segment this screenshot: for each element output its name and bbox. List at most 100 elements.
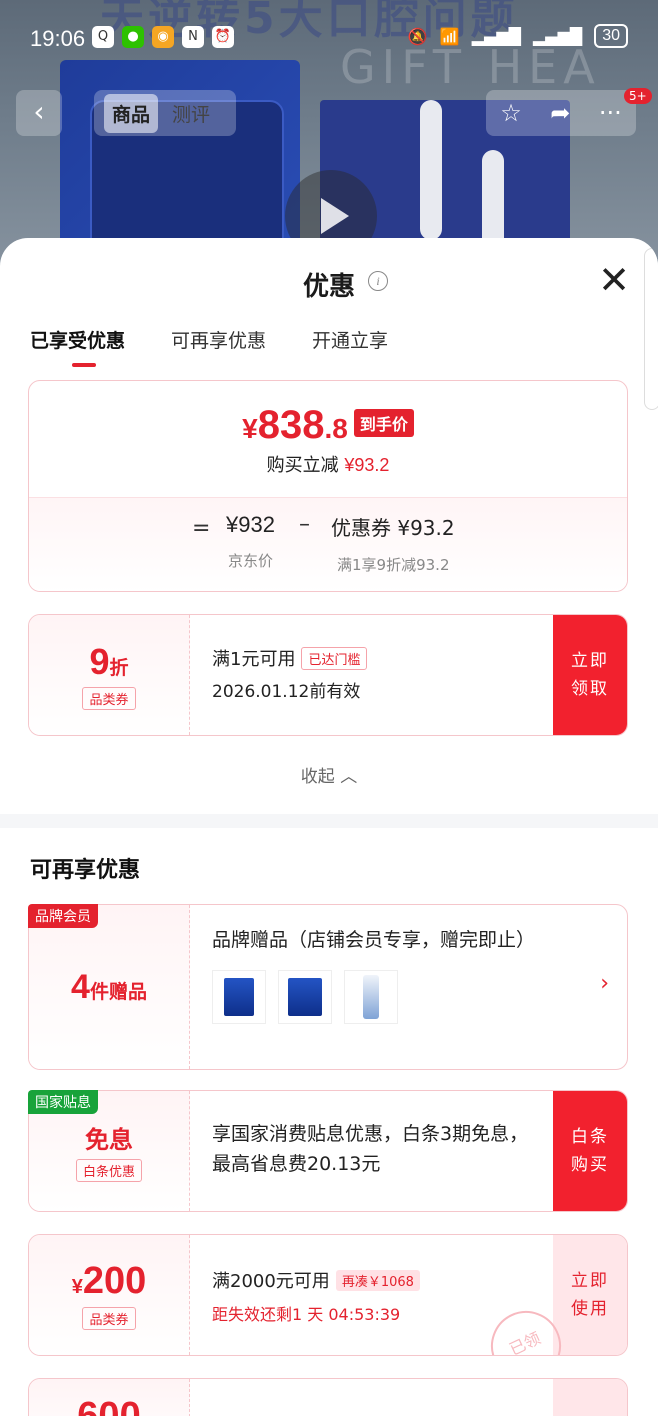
coupon-discount-label: 满1享9折减93.2 [337,556,450,574]
baitiao-buy-label: 白条购买 [571,1127,609,1175]
coupon-value: 9 [89,640,110,682]
coupon-value-area: 9折 品类券 [29,615,190,735]
tab-enjoyed[interactable]: 已享受优惠 [30,326,125,367]
more-discounts-title: 可再享优惠 [30,858,141,883]
weibo-icon: ◉ [152,26,174,48]
coupon-next-value: 600 [77,1395,141,1416]
mute-icon: 🔕 [407,26,428,46]
equals-sign: = [192,516,211,541]
share-icon[interactable]: ➦ [550,99,570,127]
gift-bag-image [212,970,266,1024]
interest-free-description: 享国家消费贴息优惠，白条3期免息，最高省息费20.13元 [212,1123,529,1175]
signal-icon: ▂▄▆█ [532,26,583,46]
coupon-200-condition: 满2000元可用 [212,1271,330,1292]
interest-free-value: 免息 [85,1126,133,1154]
discount-tabs: 已享受优惠 可再享优惠 开通立享 [30,326,388,367]
coupon-condition: 满1元可用 [212,649,296,670]
currency: ¥ [242,413,258,444]
status-bar: 19:06 Q ● ◉ N ⏰ 🔕 📶 ▂▄▆█ ▂▄▆█ 30 [0,0,658,80]
tab-review[interactable]: 测评 [172,100,210,127]
coupon-expiry: 2026.01.12前有效 [212,682,361,702]
threshold-tag: 已达门槛 [301,646,368,670]
use-coupon-label: 立即使用 [571,1271,609,1319]
minus-sign: – [299,512,310,537]
interest-free-card: 免息 白条优惠 享国家消费贴息优惠，白条3期免息，最高省息费20.13元 白条购… [28,1090,628,1212]
coupon-type-tag: 品类券 [82,686,136,710]
coupon-200-type-tag: 品类券 [82,1307,136,1330]
coupon-200-details: 满2000元可用 再凑￥1068 距失效还剩1 天 04:53:39 已领 [190,1235,573,1355]
section-divider [0,814,658,828]
price-decimal: .8 [324,413,348,444]
coupon-next-value-area: 600 [29,1379,190,1416]
coupon-200-value-area: ¥200 品类券 [29,1235,190,1355]
status-right: 🔕 📶 ▂▄▆█ ▂▄▆█ 30 [408,24,628,48]
product-tabs: 商品 测评 [94,90,236,136]
gift-count-area: 4件赠品 [29,905,190,1069]
collapse-label: 收起 [300,767,335,787]
price-breakdown: = ¥932 京东价 – 优惠券 ¥93.2 满1享9折减93.2 [29,497,627,591]
nfc-icon: N [182,26,204,48]
status-app-icons: Q ● ◉ N ⏰ [92,26,234,48]
discount-sheet: 优惠 i ✕ 已享受优惠 可再享优惠 开通立享 ¥838.8 到手价 购买立减 ¥… [0,238,658,1416]
close-icon[interactable]: ✕ [598,260,630,300]
more-icon[interactable]: ··· [599,99,622,127]
coupon-200-card: ¥200 品类券 满2000元可用 再凑￥1068 距失效还剩1 天 04:53… [28,1234,628,1356]
alarm-icon: ⏰ [212,26,234,48]
info-icon[interactable]: i [368,271,388,291]
coupon-unit: 折 [109,657,129,679]
jd-price-label: 京东价 [228,552,274,570]
gift-bag-image [278,970,332,1024]
coupon-200-value: 200 [82,1260,147,1302]
wechat-icon: ● [122,26,144,48]
gift-unit: 件赠品 [89,980,147,1003]
nav-actions: ☆ ➦ ··· [486,90,636,136]
coupon-next-card: 600 [28,1378,628,1416]
brand-member-tag: 品牌会员 [28,904,98,928]
wifi-icon: 📶 [439,26,460,46]
claim-button-label: 立即领取 [571,651,609,699]
final-price-tag: 到手价 [353,409,414,437]
star-icon[interactable]: ☆ [500,99,522,127]
reduce-label: 购买立减 [266,455,339,476]
gift-count: 4 [71,967,90,1006]
tab-product[interactable]: 商品 [104,93,159,133]
claim-coupon-button[interactable]: 立即领取 [553,615,627,735]
qq-icon: Q [92,26,114,48]
collapse-button[interactable]: 收起 ︿ [0,762,658,787]
signal-icon: ▂▄▆█ [471,26,521,46]
price-integer: 838 [257,403,325,447]
coupon-details: 满1元可用 已达门槛 2026.01.12前有效 [190,615,553,735]
interest-free-details: 享国家消费贴息优惠，白条3期免息，最高省息费20.13元 [190,1091,553,1211]
sheet-title: 优惠 [302,272,355,302]
gift-images [212,970,587,1024]
status-time: 19:06 [30,26,86,51]
national-subsidy-tag: 国家贴息 [28,1090,98,1114]
coupon-card: 9折 品类券 满1元可用 已达门槛 2026.01.12前有效 立即领取 [28,614,628,736]
tab-more[interactable]: 可再享优惠 [171,326,266,353]
tab-activate[interactable]: 开通立享 [312,326,388,353]
gift-description: 品牌赠品（店铺会员专享，赠完即止） [212,929,536,951]
final-price: ¥838.8 到手价 [29,403,627,448]
coupon-next-details [190,1379,553,1416]
gift-details: 品牌赠品（店铺会员专享，赠完即止） › [190,905,627,1069]
toothbrush-image [420,100,442,240]
chevron-right-icon: › [600,971,609,996]
use-coupon-button[interactable]: 立即使用 [553,1235,627,1355]
gift-card[interactable]: 4件赠品 品牌赠品（店铺会员专享，赠完即止） › [28,904,628,1070]
reduce-amount: ¥93.2 [344,455,390,475]
baitiao-buy-button[interactable]: 白条购买 [553,1091,627,1211]
brush-head-image [482,150,504,250]
need-more-tag: 再凑￥1068 [335,1269,420,1291]
coupon-next-button[interactable] [553,1379,627,1416]
battery-indicator: 30 [594,24,628,48]
price-card: ¥838.8 到手价 购买立减 ¥93.2 = ¥932 京东价 – 优惠券 ¥9… [28,380,628,592]
toothpaste-image [344,970,398,1024]
instant-reduce: 购买立减 ¥93.2 [29,451,627,477]
baitiao-tag: 白条优惠 [75,1159,142,1182]
coupon-200-currency: ¥ [71,1276,83,1298]
coupon-discount: 优惠券 ¥93.2 [331,516,455,540]
message-badge: 5+ [624,88,652,104]
back-button[interactable]: ‹ [16,90,62,136]
jd-price: ¥932 [226,512,275,537]
chevron-up-icon: ︿ [340,767,358,787]
